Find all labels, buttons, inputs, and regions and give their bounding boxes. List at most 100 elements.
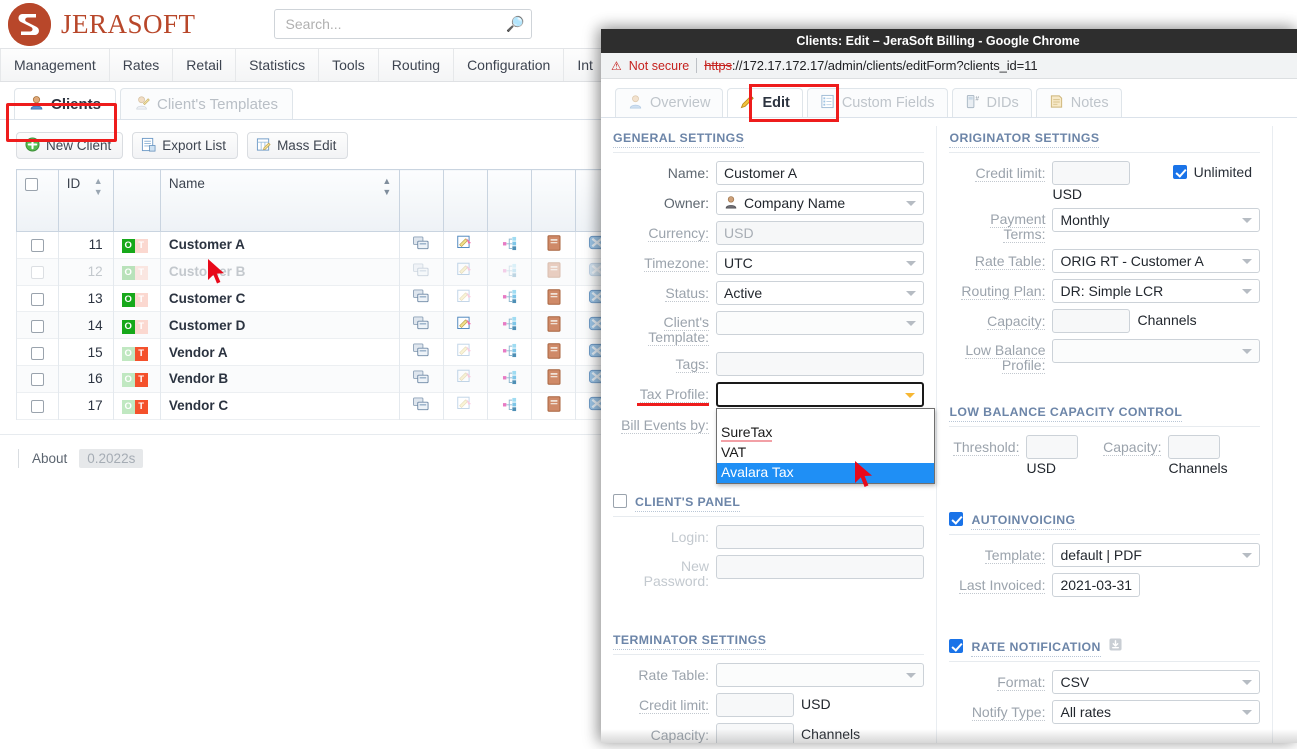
search-icon[interactable]: 🔍	[506, 15, 525, 33]
chevron-down-icon[interactable]	[1242, 349, 1252, 354]
timezone-select[interactable]: UTC	[716, 251, 925, 275]
field-tags[interactable]: Tags:	[613, 352, 925, 376]
field-owner[interactable]: Owner: Company Name	[613, 191, 925, 215]
low-balance-profile-select[interactable]	[1052, 339, 1260, 363]
select-all-checkbox[interactable]	[25, 177, 38, 191]
rate-notification-form[interactable]: Format: CSV Notify Type: All rates	[949, 670, 1260, 724]
row-action-routing-icon[interactable]	[487, 285, 533, 312]
general-settings-form[interactable]: Name: Customer A Owner: Company Name Cur…	[613, 161, 935, 484]
clients-panel-checkbox[interactable]	[613, 494, 627, 508]
row-action-edit-icon[interactable]	[443, 365, 489, 393]
orig-credit-limit-input[interactable]	[1052, 161, 1131, 185]
client-edit-tabs[interactable]: Overview Edit Custom Fields # DIDs Notes	[601, 79, 1297, 122]
row-action-edit-icon[interactable]	[443, 392, 489, 420]
field-invoice-template[interactable]: Template: default | PDF	[949, 543, 1260, 567]
row-name[interactable]: Vendor C	[159, 392, 401, 420]
select-all-header[interactable]	[16, 169, 59, 232]
chevron-down-icon[interactable]	[1242, 710, 1252, 715]
row-action-invoices-icon[interactable]	[531, 311, 576, 339]
row-name[interactable]: Customer C	[159, 285, 401, 312]
term-rate-table-select[interactable]	[716, 663, 925, 687]
row-select-cell[interactable]	[16, 285, 59, 312]
table-row[interactable]: 17 O T Vendor C	[16, 392, 621, 420]
field-routing-plan[interactable]: Routing Plan: DR: Simple LCR	[949, 279, 1260, 303]
terminator-settings-form[interactable]: Rate Table: Credit limit: USD Capacity:	[613, 663, 925, 743]
chrome-page-content[interactable]: Overview Edit Custom Fields # DIDs Notes…	[601, 79, 1297, 743]
row-checkbox[interactable]	[30, 346, 44, 360]
row-action-edit-icon[interactable]	[443, 231, 489, 259]
clients-table[interactable]: ID ▲ ▼ Name ▲ ▼ 11 O T Customer A 12 O T Customer…	[16, 169, 621, 420]
field-orig-rate-table[interactable]: Rate Table: ORIG RT - Customer A	[949, 249, 1260, 273]
autoinvoicing-form[interactable]: Template: default | PDF Last Invoiced: 2…	[949, 543, 1260, 597]
routing-plan-select[interactable]: DR: Simple LCR	[1052, 279, 1260, 303]
dropdown-option-vat[interactable]: VAT	[717, 443, 934, 463]
row-checkbox[interactable]	[30, 319, 44, 333]
about-link[interactable]: About	[32, 451, 67, 466]
row-action-invoices-icon[interactable]	[531, 231, 576, 259]
unlimited-toggle[interactable]: Unlimited	[1172, 161, 1260, 180]
row-action-panel-icon[interactable]	[399, 365, 445, 393]
export-list-button[interactable]: Export List	[132, 132, 239, 159]
chevron-down-icon[interactable]	[906, 261, 917, 266]
field-payment-terms[interactable]: Payment Terms: Monthly	[949, 208, 1260, 243]
address-bar-url[interactable]: https://172.17.172.17/admin/clients/edit…	[704, 58, 1037, 73]
tab-clients-templates[interactable]: Client's Templates	[120, 88, 293, 119]
payment-terms-select[interactable]: Monthly	[1052, 208, 1260, 232]
row-action-invoices-icon[interactable]	[531, 258, 576, 286]
search-box[interactable]: 🔍	[273, 9, 532, 39]
dropdown-option-suretax[interactable]: SureTax	[717, 423, 934, 443]
unlimited-checkbox[interactable]	[1172, 165, 1187, 179]
row-checkbox[interactable]	[30, 239, 44, 253]
row-action-edit-icon[interactable]	[443, 338, 489, 366]
low-balance-capacity-form[interactable]: Threshold: USD Capacity: Channels	[949, 435, 1260, 476]
table-row[interactable]: 11 O T Customer A	[16, 231, 621, 259]
menu-item-routing[interactable]: Routing	[379, 49, 455, 81]
orig-rate-table-select[interactable]: ORIG RT - Customer A	[1052, 249, 1260, 273]
tab-notes[interactable]: Notes	[1035, 88, 1122, 117]
row-action-panel-icon[interactable]	[399, 392, 445, 420]
threshold-input[interactable]	[1026, 435, 1079, 459]
row-select-cell[interactable]	[16, 258, 59, 286]
chevron-down-icon[interactable]	[1242, 680, 1252, 685]
tax-profile-select[interactable]	[716, 382, 925, 407]
term-capacity-input[interactable]	[716, 723, 794, 743]
mass-edit-button[interactable]: Mass Edit	[247, 132, 349, 159]
tab-clients[interactable]: Clients	[14, 88, 117, 119]
chevron-down-icon[interactable]	[1242, 289, 1252, 294]
menu-item-rates[interactable]: Rates	[110, 49, 174, 81]
rate-notification-heading-row[interactable]: RATE NOTIFICATION	[949, 631, 1260, 657]
row-action-panel-icon[interactable]	[399, 231, 445, 259]
chevron-down-icon[interactable]	[1242, 218, 1252, 223]
invoice-template-select[interactable]: default | PDF	[1052, 543, 1260, 567]
row-select-cell[interactable]	[16, 392, 59, 420]
row-action-invoices-icon[interactable]	[531, 365, 576, 393]
row-action-invoices-icon[interactable]	[531, 392, 576, 420]
field-term-capacity[interactable]: Capacity: Channels	[613, 723, 924, 743]
row-action-panel-icon[interactable]	[399, 311, 445, 339]
row-action-edit-icon[interactable]	[443, 258, 489, 286]
row-name[interactable]: Customer A	[159, 231, 401, 259]
term-credit-limit-input[interactable]	[716, 693, 794, 717]
row-select-cell[interactable]	[16, 365, 59, 393]
menu-item-statistics[interactable]: Statistics	[236, 49, 320, 81]
row-checkbox[interactable]	[30, 400, 44, 414]
field-term-rate-table[interactable]: Rate Table:	[613, 663, 925, 687]
row-select-cell[interactable]	[16, 338, 59, 366]
row-action-routing-icon[interactable]	[487, 258, 533, 286]
field-clients-template[interactable]: Client's Template:	[613, 311, 925, 346]
column-header-id[interactable]: ID ▲ ▼	[57, 169, 114, 232]
field-status[interactable]: Status: Active	[613, 281, 925, 305]
not-secure-label[interactable]: Not secure	[629, 59, 689, 73]
menu-item-retail[interactable]: Retail	[173, 49, 237, 81]
row-action-edit-icon[interactable]	[443, 311, 489, 339]
chevron-down-icon[interactable]	[906, 291, 917, 296]
clients-panel-form[interactable]: Login: New Password:	[613, 525, 925, 590]
chevron-down-icon[interactable]	[906, 201, 917, 206]
name-input[interactable]: Customer A	[716, 161, 925, 185]
chrome-browser-window[interactable]: Clients: Edit – JeraSoft Billing - Googl…	[601, 29, 1297, 743]
menu-item-tools[interactable]: Tools	[319, 49, 379, 81]
table-row[interactable]: 16 O T Vendor B	[16, 365, 621, 393]
field-term-credit-limit[interactable]: Credit limit: USD	[613, 693, 924, 717]
row-action-invoices-icon[interactable]	[531, 338, 576, 366]
orig-capacity-input[interactable]	[1052, 309, 1131, 333]
